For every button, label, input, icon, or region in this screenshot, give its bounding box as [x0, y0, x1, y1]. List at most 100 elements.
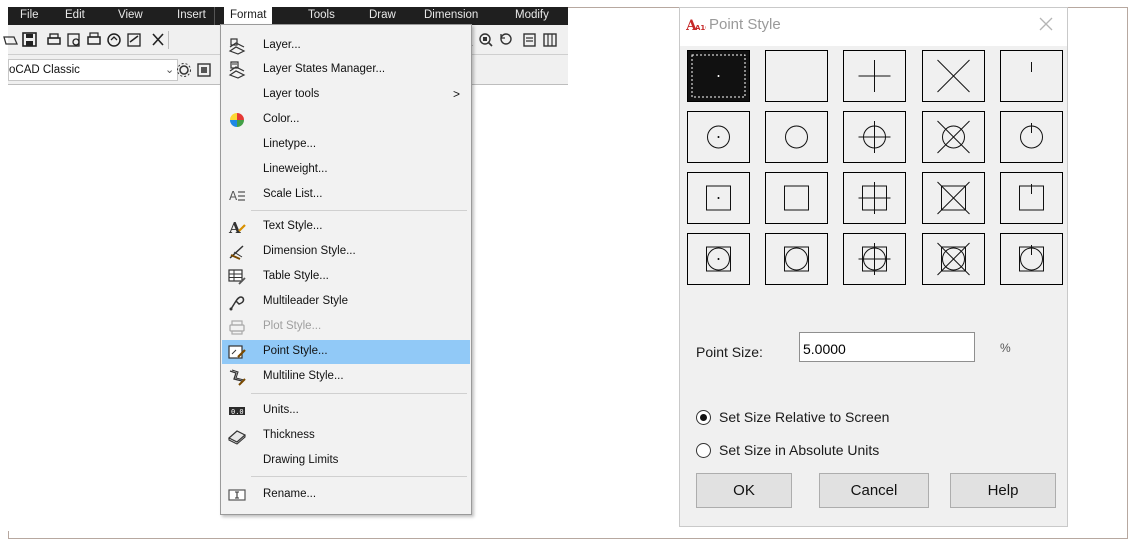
autocad-window: File Edit View Insert Format Tools Draw …	[3, 7, 568, 531]
point-style-square-cross[interactable]	[922, 172, 985, 224]
save-icon[interactable]	[22, 32, 38, 48]
menu-item-table-style[interactable]: Table Style...	[222, 265, 470, 289]
multiline-style-icon	[229, 369, 246, 386]
menu-item-multiline-style[interactable]: Multiline Style...	[222, 365, 470, 389]
dialog-title-bar: A A10 Point Style	[680, 8, 1067, 46]
menu-item-point-style[interactable]: Point Style...	[222, 340, 470, 364]
open-icon[interactable]	[2, 32, 18, 48]
point-style-glyph-icon	[691, 54, 746, 98]
menu-item-drawing-limits[interactable]: Drawing Limits	[222, 449, 470, 473]
menu-item-lineweight[interactable]: Lineweight...	[222, 158, 470, 182]
point-style-circle[interactable]	[765, 111, 828, 163]
point-style-glyph-icon	[858, 243, 891, 275]
menu-item-layer-states-manager[interactable]: Layer States Manager...	[222, 58, 470, 82]
format-dropdown-menu: Layer... Layer States Manager... Layer t…	[220, 24, 472, 515]
point-style-dialog: A A10 Point Style Point Size: % Set Size…	[679, 7, 1068, 527]
point-style-glyph-icon	[785, 125, 808, 149]
menu-view[interactable]: View	[118, 9, 143, 21]
point-style-glyph-icon	[1020, 123, 1043, 149]
close-icon[interactable]	[1037, 15, 1055, 33]
zoom-window-icon[interactable]	[478, 32, 494, 48]
menu-item-color[interactable]: Color...	[222, 108, 470, 132]
menu-item-text-style[interactable]: A Text Style...	[222, 215, 470, 239]
point-style-none[interactable]	[765, 50, 828, 102]
properties-icon[interactable]	[522, 32, 538, 48]
print-icon[interactable]	[46, 32, 62, 48]
plot-preview-icon[interactable]	[66, 32, 82, 48]
menu-separator	[251, 393, 467, 394]
point-style-tick[interactable]	[1000, 50, 1063, 102]
dimension-style-icon	[229, 245, 244, 260]
point-size-label: Point Size:	[696, 344, 763, 360]
autocad-logo-icon: A A10	[686, 16, 706, 34]
text-style-icon: A	[228, 219, 246, 236]
color-wheel-icon	[230, 113, 244, 127]
point-style-glyph-icon	[707, 125, 730, 149]
menu-item-scale-list[interactable]: A Scale List...	[222, 183, 470, 207]
point-style-circle-square-cross[interactable]	[922, 233, 985, 285]
point-style-square-dot[interactable]	[687, 172, 750, 224]
svg-text:A: A	[229, 189, 238, 203]
menu-edit[interactable]: Edit	[65, 9, 85, 21]
menu-draw[interactable]: Draw	[369, 9, 396, 21]
3d-dwf-icon[interactable]	[106, 32, 122, 48]
design-center-icon[interactable]	[542, 32, 558, 48]
point-size-input[interactable]	[799, 332, 975, 362]
cancel-button[interactable]: Cancel	[819, 473, 929, 508]
scale-list-icon: A	[229, 189, 245, 203]
menu-item-thickness[interactable]: Thickness	[222, 424, 470, 448]
menu-item-dimension-style[interactable]: Dimension Style...	[222, 240, 470, 264]
point-style-cross[interactable]	[922, 50, 985, 102]
point-style-glyph-icon	[937, 59, 970, 93]
menu-item-units[interactable]: 0.0 Units...	[222, 399, 470, 423]
point-style-circle-cross[interactable]	[922, 111, 985, 163]
point-style-circle-square-dot[interactable]	[687, 233, 750, 285]
menu-item-layer[interactable]: Layer...	[222, 34, 470, 58]
menu-item-linetype[interactable]: Linetype...	[222, 133, 470, 157]
zoom-previous-icon[interactable]	[498, 32, 514, 48]
point-style-circle-square-tick[interactable]	[1000, 233, 1063, 285]
menu-modify[interactable]: Modify	[515, 9, 549, 21]
point-style-circle-tick[interactable]	[1000, 111, 1063, 163]
publish-icon[interactable]	[86, 32, 102, 48]
menu-format[interactable]: Format	[224, 7, 273, 25]
point-style-square-tick[interactable]	[1000, 172, 1063, 224]
multileader-style-icon	[229, 296, 245, 311]
menu-item-rename[interactable]: Rename...	[222, 483, 470, 507]
menu-item-multileader-style[interactable]: Multileader Style	[222, 290, 470, 314]
point-style-plus[interactable]	[843, 50, 906, 102]
table-style-icon	[228, 269, 246, 285]
point-style-glyph-icon	[937, 242, 970, 276]
point-style-square[interactable]	[765, 172, 828, 224]
menu-file[interactable]: File	[20, 9, 39, 21]
help-button[interactable]: Help	[950, 473, 1056, 508]
point-style-circle-dot[interactable]	[687, 111, 750, 163]
workspace-settings-icon[interactable]	[196, 62, 212, 78]
svg-text:A10: A10	[695, 24, 706, 32]
gear-icon[interactable]	[176, 62, 192, 78]
radio-button-selected[interactable]	[696, 410, 711, 425]
sheet-set-icon[interactable]	[126, 32, 142, 48]
menu-dimension[interactable]: Dimension	[424, 9, 478, 21]
point-style-glyph-icon	[766, 51, 827, 101]
svg-text:A: A	[228, 219, 241, 236]
point-style-glyph-icon	[706, 185, 731, 211]
point-style-circle-square[interactable]	[765, 233, 828, 285]
point-style-dot-selected[interactable]	[687, 50, 750, 102]
ok-button[interactable]: OK	[696, 473, 792, 508]
point-style-circle-square-plus[interactable]	[843, 233, 906, 285]
menu-insert[interactable]: Insert	[177, 9, 206, 21]
workspace-dropdown[interactable]: oCAD Classic ⌄	[8, 59, 178, 81]
point-style-grid	[687, 50, 1063, 285]
percent-label: %	[1000, 341, 1011, 355]
menu-separator	[251, 210, 467, 211]
menu-item-layer-tools[interactable]: Layer tools >	[222, 83, 470, 107]
point-style-circle-plus[interactable]	[843, 111, 906, 163]
point-style-glyph-icon	[1019, 245, 1044, 272]
cut-icon[interactable]	[150, 32, 166, 48]
point-style-square-plus[interactable]	[843, 172, 906, 224]
layer-states-icon	[228, 61, 246, 79]
menu-tools[interactable]: Tools	[308, 9, 335, 21]
radio-button[interactable]	[696, 443, 711, 458]
point-style-icon	[228, 345, 246, 359]
